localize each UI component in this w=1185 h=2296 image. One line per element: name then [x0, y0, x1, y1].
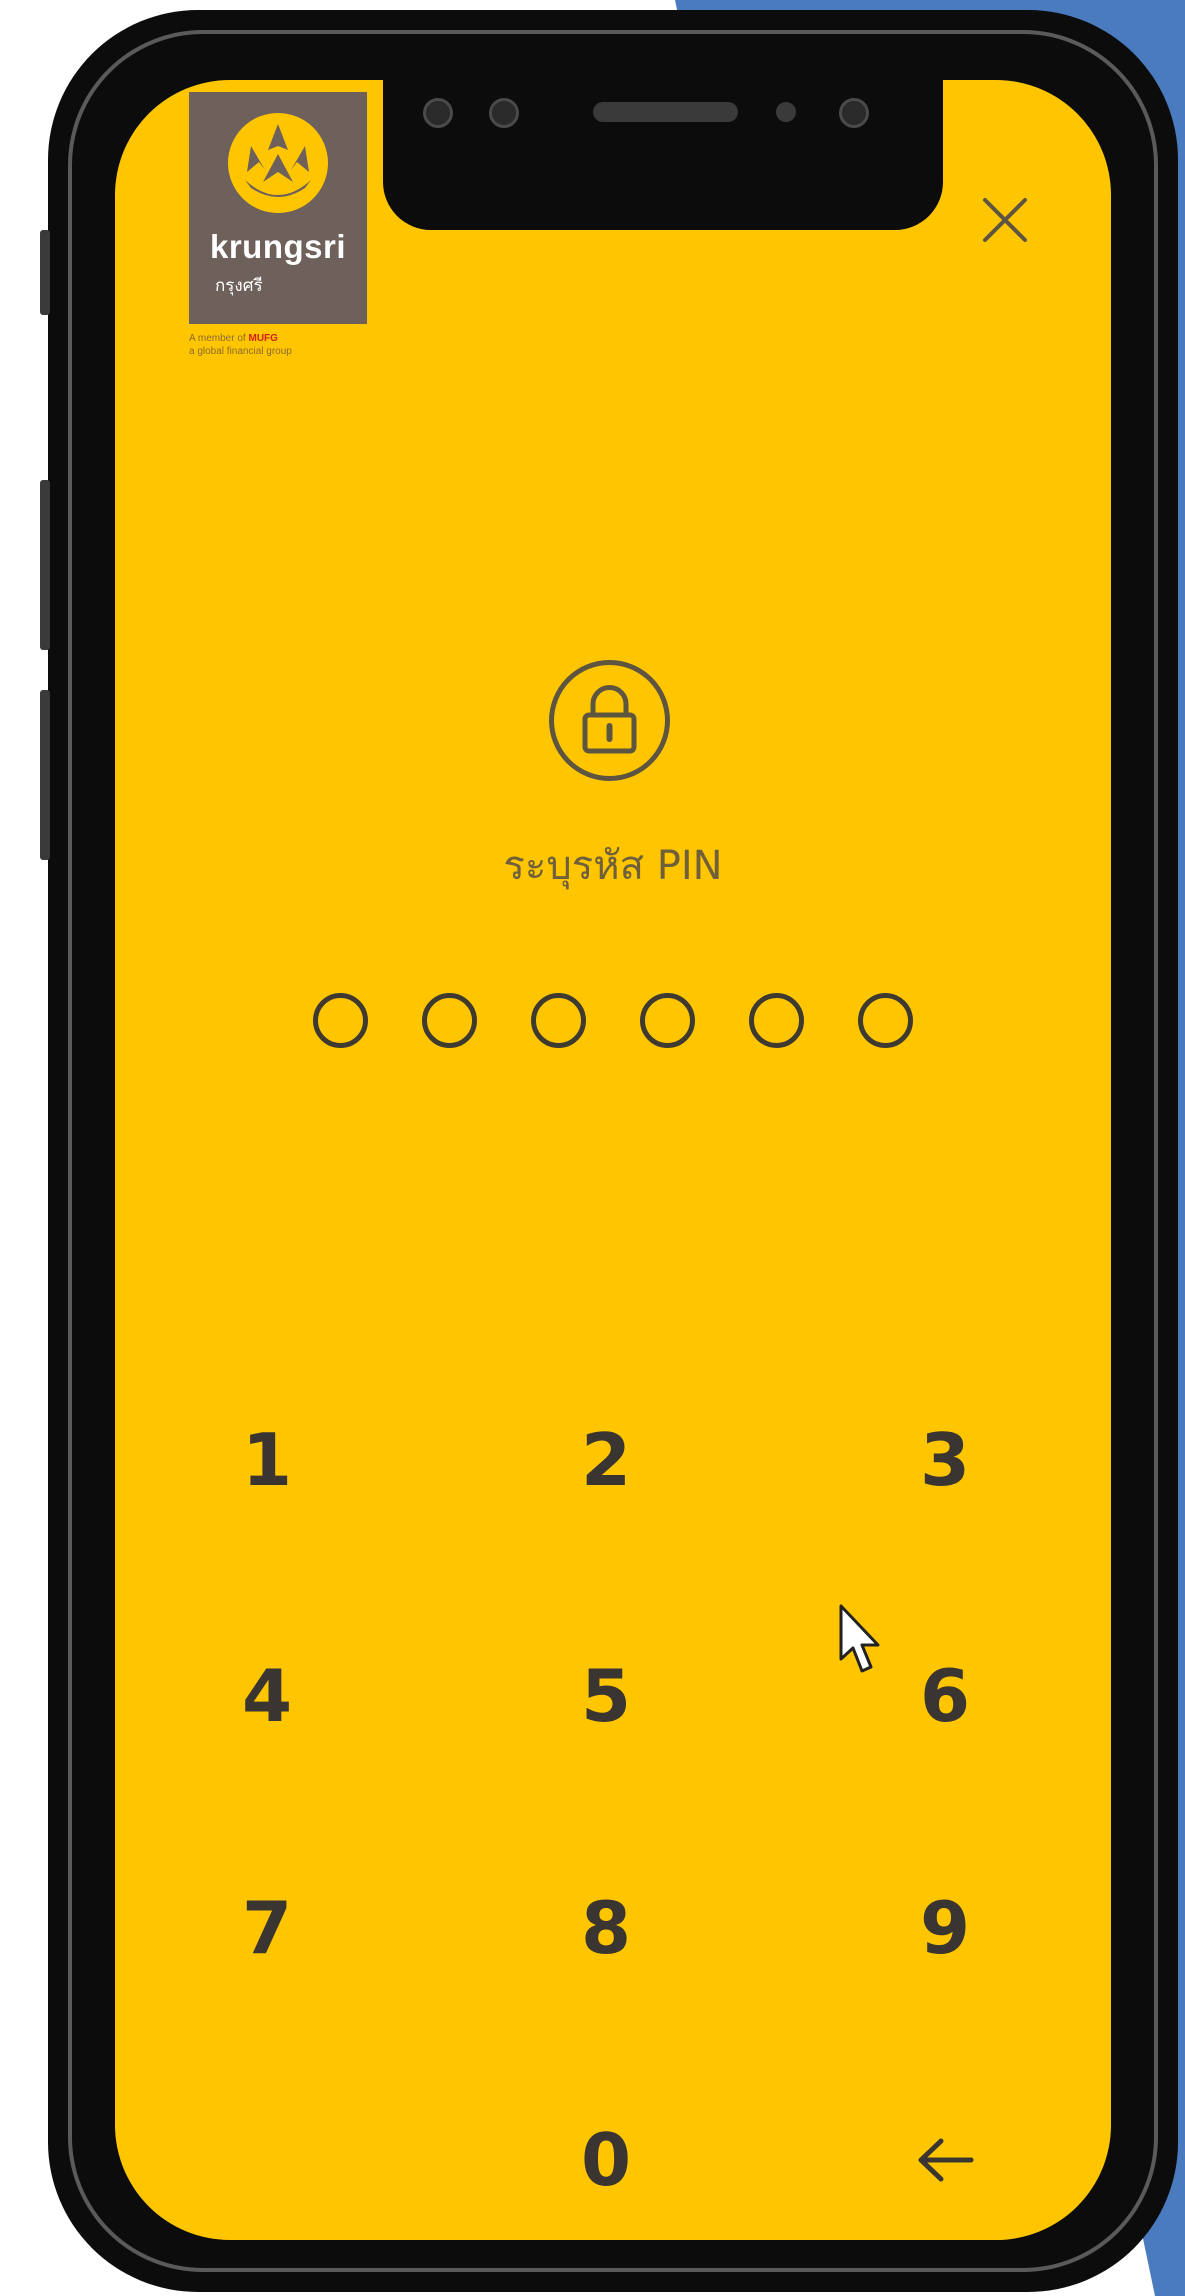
- numeric-keypad: 1 2 3 4 5 6 7 8 9 0: [115, 80, 1111, 2240]
- key-9[interactable]: 9: [855, 1858, 1035, 1998]
- key-2[interactable]: 2: [516, 1390, 696, 1530]
- backspace-arrow-icon: [918, 2138, 974, 2182]
- key-0[interactable]: 0: [516, 2090, 696, 2230]
- phone-volume-up-button: [40, 480, 50, 650]
- backspace-button[interactable]: [855, 2090, 1035, 2230]
- stage: krungsri กรุงศรี A member of MUFG a glob…: [0, 0, 1185, 2296]
- app-screen: krungsri กรุงศรี A member of MUFG a glob…: [115, 80, 1111, 2240]
- phone-volume-down-button: [40, 690, 50, 860]
- key-4[interactable]: 4: [177, 1626, 357, 1766]
- phone-side-button: [40, 230, 50, 315]
- key-3[interactable]: 3: [855, 1390, 1035, 1530]
- key-6[interactable]: 6: [855, 1626, 1035, 1766]
- key-1[interactable]: 1: [177, 1390, 357, 1530]
- key-5[interactable]: 5: [516, 1626, 696, 1766]
- key-7[interactable]: 7: [177, 1858, 357, 1998]
- key-8[interactable]: 8: [516, 1858, 696, 1998]
